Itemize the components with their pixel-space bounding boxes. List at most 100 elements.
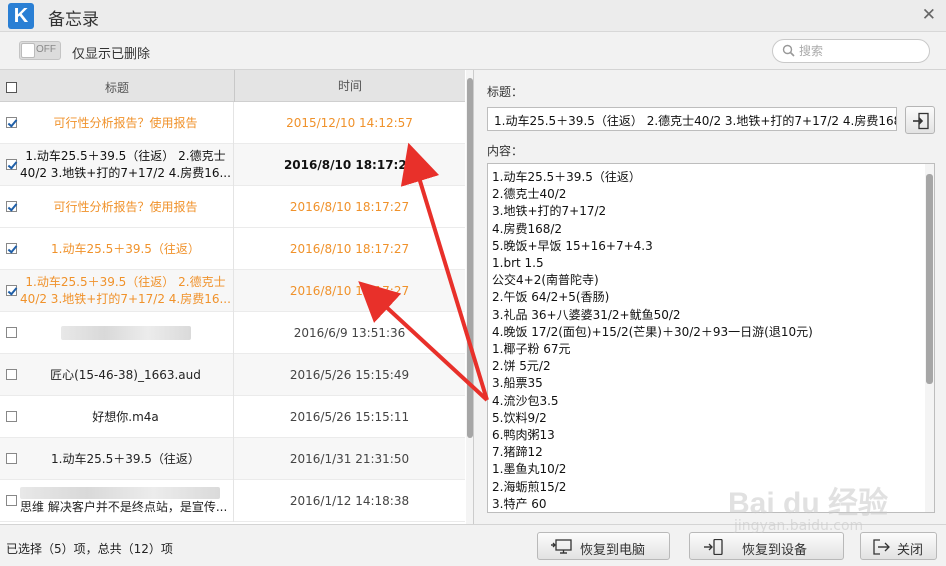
- row-time: 2016/1/31 21:31:50: [289, 452, 410, 466]
- toggle-knob: [21, 43, 35, 58]
- row-checkbox[interactable]: [6, 117, 17, 128]
- content-line: 4.流沙包3.5: [492, 393, 559, 408]
- restore-to-pc-button[interactable]: 恢复到电脑: [537, 532, 670, 560]
- table-row[interactable]: 1.动车25.5＋39.5（往返） 2.德克士40/2 3.地铁+打的7+17/…: [0, 270, 465, 312]
- row-title: 1.动车25.5＋39.5（往返） 2.德克士40/2 3.地铁+打的7+17/…: [18, 144, 234, 186]
- computer-icon: [551, 539, 572, 554]
- window-title: 备忘录: [48, 10, 99, 30]
- row-time: 2016/1/12 14:18:38: [289, 494, 410, 508]
- content-line: 1.墨鱼丸10/2: [492, 462, 567, 477]
- row-time: 2016/8/10 18:17:27: [289, 284, 410, 298]
- row-title: 思维 解决客户并不是终点站，是宣传...: [18, 480, 234, 522]
- show-deleted-toggle[interactable]: OFF: [19, 41, 61, 60]
- content-lines: 1.动车25.5＋39.5（往返） 2.德克士40/2 3.地铁+打的7+17/2 4…: [492, 169, 922, 512]
- row-title-text: 思维 解决客户并不是终点站，是宣传...: [20, 499, 228, 514]
- content-line: 5.饮料9/2: [492, 410, 547, 425]
- content-line: 2.饼 5元/2: [492, 359, 551, 374]
- row-checkbox[interactable]: [6, 327, 17, 338]
- redacted-blur: [20, 486, 220, 499]
- close-label: 关闭: [897, 543, 924, 558]
- export-icon: [913, 112, 929, 130]
- memo-list-panel: 标题 时间 可行性分析报告？使用报告 2015/12/10 14:12:57 1…: [0, 70, 474, 524]
- row-title: 匠心(15-46-38)_1663.aud: [18, 354, 234, 396]
- row-checkbox[interactable]: [6, 411, 17, 422]
- row-checkbox[interactable]: [6, 285, 17, 296]
- row-time: 2015/12/10 14:12:57: [286, 116, 413, 130]
- show-deleted-label: 仅显示已删除: [72, 47, 151, 62]
- title-field[interactable]: 1.动车25.5＋39.5（往返） 2.德克士40/2 3.地铁+打的7+17/…: [487, 107, 897, 131]
- content-line: 3.地铁+打的7+17/2: [492, 204, 607, 219]
- table-row[interactable]: 2016/6/9 13:51:36: [0, 312, 465, 354]
- row-time: 2016/5/26 15:15:49: [289, 368, 410, 382]
- content-line: 4.房费168/2: [492, 221, 563, 236]
- table-row[interactable]: 可行性分析报告？使用报告 2016/8/10 18:17:27: [0, 186, 465, 228]
- content-line: 4.晚饭 17/2(面包)+15/2(芒果)＋30/2＋93一日游(退10元): [492, 324, 813, 339]
- column-header-time[interactable]: 时间: [234, 70, 465, 102]
- table-row[interactable]: 1.动车25.5＋39.5（往返） 2016/8/10 18:17:27: [0, 228, 465, 270]
- row-time: 2016/8/10 18:17:27: [283, 158, 416, 172]
- row-title-redacted: [18, 312, 234, 354]
- content-scrollbar[interactable]: [925, 164, 934, 512]
- content-line: 3.特产 60: [492, 496, 547, 511]
- row-title: 1.动车25.5＋39.5（往返）: [18, 438, 234, 480]
- restore-to-device-label: 恢复到设备: [742, 543, 808, 558]
- content-scrollbar-thumb[interactable]: [926, 174, 933, 384]
- row-checkbox[interactable]: [6, 495, 17, 506]
- row-checkbox[interactable]: [6, 201, 17, 212]
- memo-detail-panel: 标题： 1.动车25.5＋39.5（往返） 2.德克士40/2 3.地铁+打的7…: [475, 70, 946, 524]
- window-close-icon[interactable]: ✕: [922, 5, 936, 25]
- search-box[interactable]: [772, 39, 930, 63]
- row-title: 1.动车25.5＋39.5（往返）: [18, 228, 234, 270]
- content-label: 内容：: [487, 144, 524, 158]
- restore-to-pc-label: 恢复到电脑: [580, 543, 646, 558]
- toggle-state-label: OFF: [36, 44, 56, 55]
- restore-to-device-button[interactable]: 恢复到设备: [689, 532, 844, 560]
- content-line: 1.动车25.5＋39.5（往返）: [492, 170, 641, 184]
- row-title: 可行性分析报告？使用报告: [18, 102, 234, 144]
- phone-icon: [704, 539, 723, 555]
- content-line: 2.德克士40/2: [492, 187, 567, 202]
- row-time: 2016/6/9 13:51:36: [293, 326, 406, 340]
- row-time: 2016/8/10 18:17:27: [289, 200, 410, 214]
- table-row[interactable]: 匠心(15-46-38)_1663.aud 2016/5/26 15:15:49: [0, 354, 465, 396]
- table-row[interactable]: 1.动车25.5＋39.5（往返） 2.德克士40/2 3.地铁+打的7+17/…: [0, 144, 465, 186]
- search-input[interactable]: [799, 43, 919, 59]
- row-checkbox[interactable]: [6, 369, 17, 380]
- search-icon: [782, 44, 795, 57]
- app-logo: K: [8, 3, 34, 29]
- content-line: 2.午饭 64/2+5(香肠): [492, 290, 610, 305]
- row-time: 2016/5/26 15:15:11: [289, 410, 410, 424]
- status-bar: 已选择（5）项，总共（12）项 恢复到电脑 恢复到设备 关闭: [0, 524, 946, 566]
- content-line: 5.晚饭+早饭 15+16+7+4.3: [492, 238, 653, 253]
- export-button[interactable]: [905, 106, 935, 134]
- row-checkbox[interactable]: [6, 243, 17, 254]
- content-line: 2.海蛎煎15/2: [492, 479, 567, 494]
- close-button[interactable]: 关闭: [860, 532, 937, 560]
- row-checkbox[interactable]: [6, 453, 17, 464]
- row-time: 2016/8/10 18:17:27: [289, 242, 410, 256]
- title-label: 标题：: [487, 85, 524, 99]
- list-scrollbar[interactable]: [466, 70, 473, 524]
- title-bar: K 备忘录 ✕: [0, 0, 946, 32]
- row-title: 可行性分析报告？使用报告: [18, 186, 234, 228]
- column-header-title[interactable]: 标题: [0, 79, 234, 96]
- content-line: 3.船票35: [492, 376, 543, 391]
- list-scrollbar-thumb[interactable]: [467, 78, 473, 438]
- redacted-blur: [60, 326, 191, 340]
- table-row[interactable]: 1.动车25.5＋39.5（往返） 2016/1/31 21:31:50: [0, 438, 465, 480]
- content-line: 1.brt 1.5: [492, 256, 544, 271]
- table-row[interactable]: 好想你.m4a 2016/5/26 15:15:11: [0, 396, 465, 438]
- row-checkbox[interactable]: [6, 159, 17, 170]
- content-textarea[interactable]: 1.动车25.5＋39.5（往返） 2.德克士40/2 3.地铁+打的7+17/2 4…: [487, 163, 935, 513]
- table-row[interactable]: 思维 解决客户并不是终点站，是宣传... 2016/1/12 14:18:38: [0, 480, 465, 522]
- row-title: 好想你.m4a: [18, 396, 234, 438]
- selection-count: 已选择（5）项，总共（12）项: [6, 542, 173, 556]
- content-line: 7.猪蹄12: [492, 445, 543, 460]
- toolbar: OFF 仅显示已删除: [0, 32, 946, 70]
- content-line: 3.礼品 36+八婆婆31/2+鱿鱼50/2: [492, 307, 681, 322]
- exit-icon: [873, 539, 890, 555]
- content-line: 1.椰子粉 67元: [492, 342, 571, 357]
- content-line: 公交4+2(南普陀寺): [492, 273, 599, 288]
- table-header: 标题 时间: [0, 70, 465, 102]
- table-row[interactable]: 可行性分析报告？使用报告 2015/12/10 14:12:57: [0, 102, 465, 144]
